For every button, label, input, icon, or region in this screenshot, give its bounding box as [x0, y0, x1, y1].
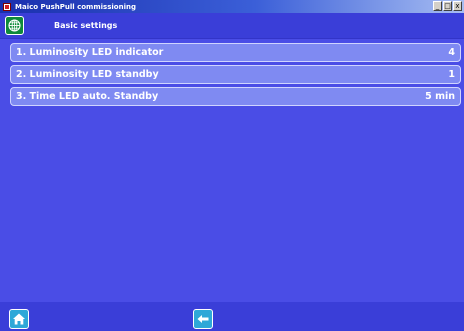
- app-icon: [3, 2, 11, 11]
- page-header: Basic settings: [0, 13, 464, 39]
- home-icon: [13, 313, 25, 325]
- setting-row-time-led-auto-standby[interactable]: 3. Time LED auto. Standby 5 min: [10, 87, 461, 106]
- setting-value: 5 min: [425, 91, 455, 102]
- setting-label: 3. Time LED auto. Standby: [16, 91, 159, 102]
- minimize-button[interactable]: _: [433, 1, 442, 11]
- setting-value: 4: [448, 47, 455, 58]
- setting-label: 2. Luminosity LED standby: [16, 69, 159, 80]
- setting-label: 1. Luminosity LED indicator: [16, 47, 164, 58]
- maximize-button[interactable]: □: [443, 1, 452, 11]
- close-button[interactable]: x: [453, 1, 462, 11]
- setting-row-luminosity-led-standby[interactable]: 2. Luminosity LED standby 1: [10, 65, 461, 84]
- footer-bar: [0, 302, 464, 331]
- home-button[interactable]: [9, 309, 29, 329]
- language-button[interactable]: [5, 16, 24, 35]
- window-titlebar: Maico PushPull commissioning _ □ x: [0, 0, 464, 13]
- settings-list: 1. Luminosity LED indicator 4 2. Luminos…: [10, 43, 461, 109]
- window-title: Maico PushPull commissioning: [15, 2, 136, 11]
- window-controls: _ □ x: [433, 1, 462, 11]
- arrow-left-icon: [197, 315, 209, 323]
- page-title: Basic settings: [54, 21, 118, 30]
- globe-icon: [8, 19, 21, 32]
- back-button[interactable]: [193, 309, 213, 329]
- setting-row-luminosity-led-indicator[interactable]: 1. Luminosity LED indicator 4: [10, 43, 461, 62]
- setting-value: 1: [448, 69, 455, 80]
